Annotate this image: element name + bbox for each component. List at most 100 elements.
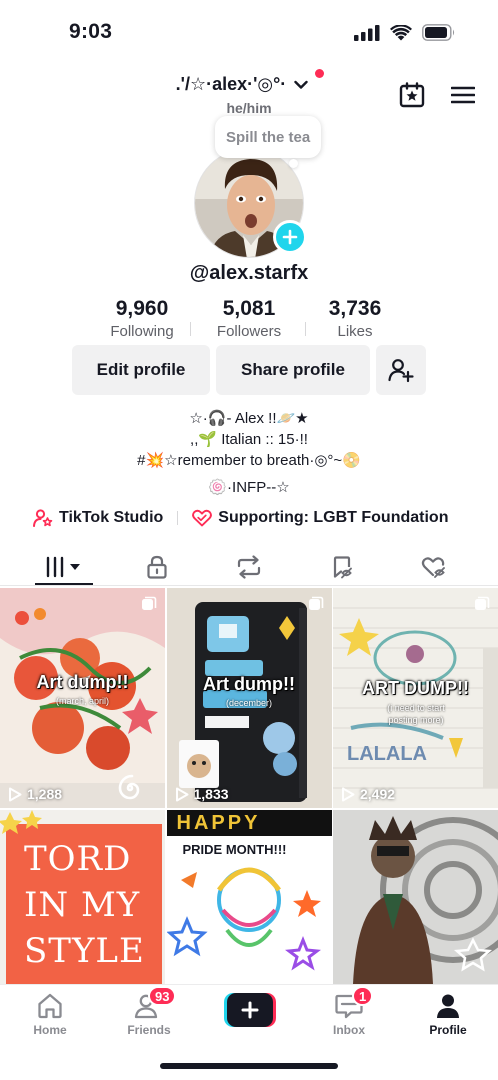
- bookmark-hidden-icon: [333, 556, 352, 579]
- video-tile[interactable]: [333, 809, 498, 984]
- nav-profile[interactable]: Profile: [408, 991, 488, 1037]
- tab-videos[interactable]: [42, 550, 86, 584]
- play-icon: [342, 787, 355, 801]
- supporting-link[interactable]: Supporting: LGBT Foundation: [192, 509, 448, 527]
- profile-note[interactable]: Spill the tea: [215, 116, 322, 168]
- following-stat[interactable]: 9,960 Following: [82, 297, 202, 340]
- play-icon: [9, 787, 22, 801]
- profile-icon: [437, 994, 459, 1018]
- home-indicator: [160, 1063, 338, 1069]
- plus-icon: [282, 229, 298, 245]
- followers-label: Followers: [216, 323, 282, 340]
- repost-icon: [237, 555, 261, 579]
- link-divider: [177, 511, 179, 525]
- notification-dot: [315, 69, 325, 78]
- hamburger-menu-icon: [451, 86, 475, 104]
- tiktok-studio-link[interactable]: TikTok Studio: [33, 508, 163, 528]
- video-title: Art dump!!: [203, 674, 295, 694]
- video-tile[interactable]: LALALA ART DUMP!! (i need to start posti…: [333, 588, 498, 808]
- bio: ☆·🎧- Alex !!🪐★ ,,🌱 Italian :: 15·!! #💥☆r…: [0, 408, 498, 471]
- view-count-value: 2,492: [360, 786, 396, 802]
- share-profile-button[interactable]: Share profile: [216, 345, 370, 395]
- video-subtitle: (march, april): [55, 696, 109, 706]
- calendar-star-icon: [399, 82, 425, 108]
- content-tabs: [0, 546, 498, 586]
- profile-links: TikTok Studio Supporting: LGBT Foundatio…: [33, 508, 448, 528]
- calendar-star-button[interactable]: [397, 80, 427, 110]
- followers-stat[interactable]: 5,081 Followers: [189, 297, 309, 340]
- video-tile[interactable]: Art dump!! (march, april) 1,288: [0, 588, 165, 808]
- tiktok-studio-label: TikTok Studio: [59, 509, 164, 526]
- video-subtitle: (december): [225, 698, 272, 708]
- multi-photo-icon: [142, 596, 157, 610]
- likes-label: Likes: [337, 323, 373, 340]
- bio-line: #💥☆remember to breath·◎°~📀: [137, 452, 361, 469]
- spiral-icon: [118, 774, 140, 800]
- following-label: Following: [110, 323, 174, 340]
- following-count: 9,960: [115, 297, 169, 320]
- bio-line: ,,🌱 Italian :: 15·!!: [190, 431, 308, 448]
- tab-private[interactable]: [137, 550, 177, 584]
- status-time: 9:03: [69, 20, 113, 43]
- multi-photo-icon: [308, 596, 323, 610]
- bio-extra-line: 🍥·INFP--☆: [208, 479, 290, 496]
- view-count: 1,288: [8, 786, 62, 802]
- likes-stat[interactable]: 3,736 Likes: [295, 297, 415, 340]
- heart-hidden-icon: [421, 557, 445, 578]
- video-tile[interactable]: Art dump!! (december) 1,833: [166, 588, 332, 808]
- heart-hands-icon: [192, 509, 213, 527]
- video-thumbnail: [333, 809, 498, 984]
- status-icons: [354, 24, 456, 41]
- create-plus-icon: [224, 993, 276, 1027]
- nav-home-label: Home: [33, 1023, 67, 1037]
- view-count: 2,492: [341, 786, 395, 802]
- wifi-icon: [390, 24, 412, 40]
- home-icon: [38, 993, 62, 1019]
- video-title: ART DUMP!!: [362, 678, 469, 698]
- supporting-label: Supporting: LGBT Foundation: [218, 509, 449, 526]
- view-count: 1,833: [175, 786, 229, 802]
- play-icon: [175, 787, 188, 801]
- cellular-signal-icon: [354, 24, 380, 41]
- lock-icon: [147, 555, 167, 579]
- friends-badge: 93: [148, 986, 177, 1006]
- nav-inbox[interactable]: Inbox: [309, 991, 389, 1037]
- svg-text:LALALA: LALALA: [347, 743, 427, 765]
- video-title: TORD IN MY STYLE: [24, 838, 145, 971]
- tab-favorites[interactable]: [322, 550, 362, 584]
- video-title: HAPPY: [176, 811, 261, 834]
- view-count-value: 1,288: [27, 786, 63, 802]
- inbox-badge: 1: [352, 986, 374, 1006]
- add-story-button[interactable]: [273, 220, 307, 254]
- nav-home[interactable]: Home: [10, 991, 90, 1037]
- menu-button[interactable]: [448, 80, 478, 110]
- video-title: Art dump!!: [36, 672, 129, 692]
- video-tile[interactable]: TORD IN MY STYLE: [0, 809, 165, 984]
- nav-profile-label: Profile: [429, 1023, 467, 1037]
- add-friends-button[interactable]: [376, 345, 426, 395]
- chevron-down-icon: [294, 80, 309, 89]
- nav-inbox-label: Inbox: [333, 1023, 365, 1037]
- display-name: .'/☆·alex·'◎°·: [175, 74, 287, 94]
- video-thumbnail: [166, 809, 332, 984]
- multi-photo-icon: [475, 596, 490, 610]
- add-user-icon: [388, 359, 414, 383]
- followers-count: 5,081: [222, 297, 276, 320]
- tab-liked[interactable]: [414, 550, 454, 584]
- video-subtitle: PRIDE MONTH!!!: [182, 841, 287, 857]
- battery-icon: [422, 24, 455, 41]
- user-star-icon: [33, 509, 53, 527]
- bio-line: ☆·🎧- Alex !!🪐★: [189, 410, 309, 427]
- tabs-separator: [0, 585, 498, 586]
- status-bar: 9:03: [0, 0, 498, 66]
- video-subtitle: (i need to start posting more): [387, 703, 445, 725]
- tab-reposts[interactable]: [229, 550, 269, 584]
- nav-friends-label: Friends: [127, 1023, 171, 1037]
- edit-profile-button[interactable]: Edit profile: [72, 345, 210, 395]
- video-tile[interactable]: HAPPY PRIDE MONTH!!!: [166, 809, 332, 984]
- likes-count: 3,736: [328, 297, 382, 320]
- grid-icon: [46, 556, 80, 578]
- username-handle: @alex.starfx: [189, 262, 309, 284]
- create-button[interactable]: [224, 993, 276, 1027]
- view-count-value: 1,833: [193, 786, 229, 802]
